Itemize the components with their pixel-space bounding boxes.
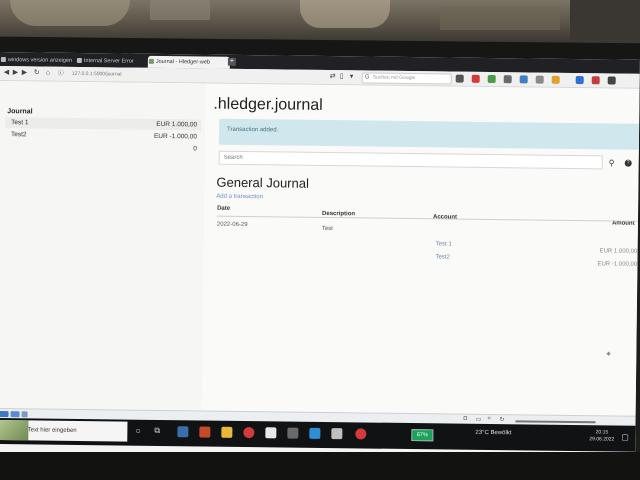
app-icon[interactable] [309, 427, 321, 439]
notification-icon[interactable]: ▢ [621, 433, 629, 442]
transaction-date: 2022-06-29 [216, 221, 248, 229]
extension-icon[interactable] [551, 75, 560, 84]
add-transaction-link[interactable]: Add a transaction [216, 194, 263, 201]
extension-icon[interactable] [591, 76, 600, 85]
transaction-description: Test [321, 225, 333, 233]
forward-icon[interactable]: ▶ [13, 68, 19, 78]
vivaldi-icon[interactable] [355, 428, 367, 440]
flash-message: Transaction added. [218, 118, 640, 150]
sidebar-total-row: 0 [5, 141, 201, 154]
total-balance: 0 [193, 145, 197, 153]
battery-indicator[interactable]: 67% [411, 429, 434, 442]
forward-icon[interactable]: ▶ [22, 68, 28, 78]
page-icon [0, 57, 6, 63]
mouse-cursor-icon: ⌖ [606, 349, 611, 359]
url-field[interactable]: 127.0.0.1:5000/journal [72, 70, 322, 81]
browser-search-placeholder: Suchen mit Google [372, 74, 416, 82]
extension-icon[interactable] [575, 76, 584, 85]
taskbar-search[interactable]: Zur Suche Text hier eingeben [0, 419, 128, 442]
status-chip-icon[interactable] [10, 411, 20, 418]
posting-amount: EUR 1.000,00 [599, 248, 638, 255]
laptop-body [0, 452, 640, 480]
journal-heading: General Journal [216, 174, 310, 191]
account-name[interactable]: Test 1 [11, 117, 28, 128]
search-input[interactable] [218, 150, 603, 170]
extension-icon[interactable] [503, 75, 512, 84]
posting-amount: EUR -1.000,00 [597, 261, 638, 268]
monitor-screen: windows version anzeigen Internal Server… [0, 52, 640, 465]
help-icon[interactable]: ? [624, 159, 632, 167]
new-tab-icon[interactable]: + [227, 57, 236, 66]
table-divider [217, 215, 638, 222]
account-balance: EUR -1.000,00 [153, 132, 198, 141]
app-icon[interactable] [177, 426, 189, 438]
extension-icon[interactable] [535, 75, 544, 84]
chevron-down-icon[interactable]: ▾ [350, 72, 354, 82]
site-info-icon[interactable]: ⓘ [58, 69, 64, 79]
tab-label: windows version anzeigen [7, 57, 73, 64]
accounts-sidebar: Journal Test 1 EUR 1.000,00 Test2 EUR -1… [0, 80, 206, 414]
page-icon [148, 58, 154, 64]
share-icon[interactable]: ⇄ [330, 72, 336, 82]
bookmark-icon[interactable]: ▯ [340, 72, 344, 82]
app-icon[interactable] [331, 428, 343, 440]
account-balance: EUR 1.000,00 [156, 120, 198, 129]
sidebar-title[interactable]: Journal [7, 108, 32, 115]
reload-icon[interactable]: ↻ [34, 68, 40, 78]
clock-date: 29.06.2022 [589, 436, 615, 443]
app-icon[interactable] [265, 427, 277, 439]
window-icon[interactable]: ▭ [476, 416, 482, 423]
search-highlight-image [0, 420, 29, 441]
extension-icon[interactable] [487, 74, 496, 84]
account-name[interactable]: Test2 [11, 129, 27, 140]
folder-icon[interactable] [221, 426, 233, 438]
tab-label: Internal Server Error [83, 58, 134, 65]
column-header-date: Date [217, 205, 231, 212]
page-title: .hledger.journal [213, 95, 323, 114]
profile-icon[interactable] [455, 74, 464, 83]
tab-label: Journal - Hledger-web [155, 58, 211, 66]
code-icon[interactable]: ⌗ [488, 416, 491, 423]
clock[interactable]: 20:15 29.06.2022 [589, 429, 614, 443]
home-icon[interactable]: ⌂ [46, 69, 50, 79]
camera-icon[interactable]: ◘ [464, 416, 468, 422]
status-chip-icon[interactable] [0, 411, 9, 418]
task-view-icon[interactable]: ⧉ [154, 426, 160, 436]
extension-icon[interactable] [519, 75, 528, 84]
tab-windows-version[interactable]: windows version anzeigen [0, 54, 78, 67]
cortana-icon[interactable]: ○ [135, 426, 141, 436]
page-icon [76, 57, 82, 64]
journal-main: .hledger.journal Transaction added. ⚲ ? … [208, 84, 640, 419]
browser-search-box[interactable]: G Suchen mit Google [361, 72, 452, 85]
posting-account[interactable]: Test 1 [436, 241, 452, 247]
reload-icon[interactable]: ↻ [500, 416, 505, 423]
search-icon[interactable]: ⚲ [609, 158, 615, 167]
tab-journal[interactable]: Journal - Hledger-web [147, 55, 230, 69]
extension-icon[interactable] [471, 74, 480, 83]
tab-internal-server-error[interactable]: Internal Server Error [76, 55, 152, 68]
app-icon[interactable] [199, 426, 211, 438]
status-chip-icon[interactable] [21, 411, 28, 418]
weather-widget[interactable]: 23°C Bewölkt [475, 430, 511, 436]
zoom-slider[interactable] [515, 420, 596, 424]
menu-icon[interactable] [607, 76, 616, 85]
back-icon[interactable]: ◀ [4, 68, 10, 78]
flash-message-text: Transaction added. [227, 126, 279, 134]
posting-account[interactable]: Test2 [435, 254, 449, 260]
search-engine-icon: G [364, 74, 370, 81]
vivaldi-icon[interactable] [243, 427, 255, 439]
hledger-page: Journal Test 1 EUR 1.000,00 Test2 EUR -1… [0, 80, 640, 419]
app-icon[interactable] [287, 427, 299, 439]
